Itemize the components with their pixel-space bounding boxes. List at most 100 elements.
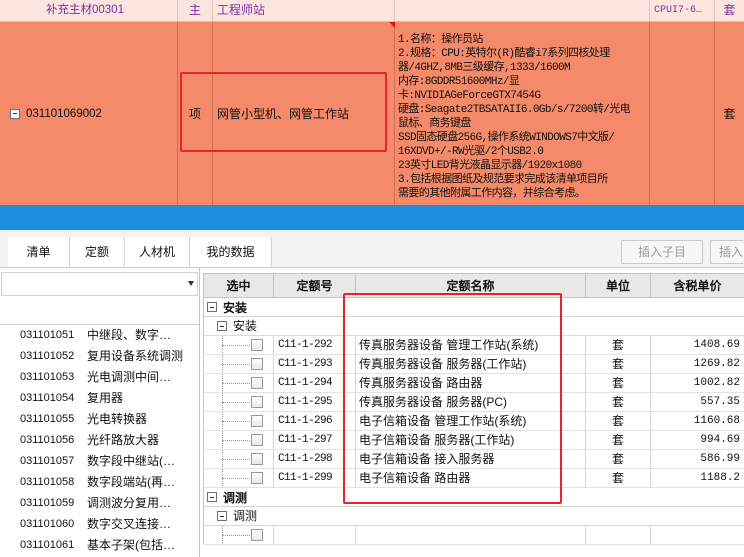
list-item-code: 031101056 [20, 434, 75, 446]
checkbox-icon[interactable] [251, 339, 263, 351]
quota-price: 1002.82 [650, 373, 744, 393]
description-line: 3.包括根据图纸及规范要求完成该清单项目所 [398, 174, 608, 186]
quota-unit: 套 [585, 468, 651, 488]
list-item-code: 031101057 [20, 455, 75, 467]
list-item[interactable]: 031101061 基本子架(包括… [0, 535, 199, 556]
insert-sub-item-button[interactable]: 插入子目 [621, 240, 703, 264]
quota-code: C11-1-294 [273, 373, 356, 393]
quota-unit: 套 [585, 449, 651, 469]
list-item-name: 复用器 [87, 391, 124, 405]
list-item-name: 光纤路放大器 [87, 433, 160, 447]
select-cell [203, 525, 274, 545]
divider-band [0, 205, 744, 230]
select-cell [203, 468, 274, 488]
item-name-cell[interactable]: 网管小型机、网管工作站 [213, 22, 395, 205]
quota-row[interactable] [203, 525, 744, 545]
collapse-icon[interactable] [10, 108, 20, 119]
chevron-down-icon[interactable] [188, 281, 194, 286]
material-type-cell[interactable]: 主 [178, 0, 213, 21]
description-line: 16XDVD+/-RW光驱/2个USB2.0 [398, 146, 544, 158]
material-spec-cell[interactable]: CPUI7-6… [650, 0, 715, 21]
quota-name: 电子信箱设备 服务器(工作站) [355, 430, 586, 450]
checkbox-icon[interactable] [251, 377, 263, 389]
item-code-cell[interactable]: 031101069002 [0, 22, 178, 205]
list-item[interactable]: 031101059 调测波分复用… [0, 493, 199, 514]
checkbox-icon[interactable] [251, 472, 263, 484]
quota-row[interactable]: C11-1-292 传真服务器设备 管理工作站(系统) 套 1408.69 [203, 335, 744, 355]
quota-row[interactable]: C11-1-293 传真服务器设备 服务器(工作站) 套 1269.82 [203, 354, 744, 374]
item-description-cell[interactable]: 1.名称：操作员站 2.规格：CPU:英特尔(R)酷睿i7系列四核处理 器/4GHZ… [395, 22, 650, 205]
checkbox-icon[interactable] [251, 529, 263, 541]
item-code: 031101069002 [26, 107, 102, 120]
list-item[interactable]: 031101056 光纤路放大器 [0, 430, 199, 451]
material-desc-cell[interactable] [395, 0, 650, 21]
tab-my-data[interactable]: 我的数据 [190, 237, 272, 267]
select-cell [203, 392, 274, 412]
list-item[interactable]: 031101057 数字段中继站(… [0, 451, 199, 472]
item-type-cell[interactable]: 项 [178, 22, 213, 205]
list-item-code: 031101060 [20, 518, 75, 530]
insert-button[interactable]: 插入 [710, 240, 744, 264]
quota-price: 1408.69 [650, 335, 744, 355]
quota-name: 电子信箱设备 管理工作站(系统) [355, 411, 586, 431]
tree-line [222, 459, 250, 460]
description-line: 内存:8GDDR51600MHz/显 [398, 76, 520, 88]
group-label: 调测 [223, 491, 248, 505]
quota-row[interactable]: C11-1-295 传真服务器设备 服务器(PC) 套 557.35 [203, 392, 744, 412]
tab-resources[interactable]: 人材机 [125, 237, 190, 267]
quota-name: 电子信箱设备 接入服务器 [355, 449, 586, 469]
collapse-icon[interactable] [217, 321, 227, 331]
quota-row[interactable]: C11-1-297 电子信箱设备 服务器(工作站) 套 994.69 [203, 430, 744, 450]
subgroup-cell: 调测 [203, 506, 744, 526]
tab-quota[interactable]: 定额 [70, 237, 125, 267]
group-row[interactable]: 安装 [203, 297, 744, 317]
list-item[interactable]: 031101058 数字段端站(再… [0, 472, 199, 493]
select-cell [203, 411, 274, 431]
checkbox-icon[interactable] [251, 415, 263, 427]
list-item-name: 数字段中继站(… [87, 454, 175, 468]
quota-unit: 套 [585, 335, 651, 355]
quota-row[interactable]: C11-1-296 电子信箱设备 管理工作站(系统) 套 1160.68 [203, 411, 744, 431]
list-item[interactable]: 031101053 光电调测中间… [0, 367, 199, 388]
list-item[interactable]: 031101051 中继段、数字… [0, 325, 199, 346]
quota-name: 传真服务器设备 管理工作站(系统) [355, 335, 586, 355]
list-item-name: 中继段、数字… [87, 328, 172, 342]
checkbox-icon[interactable] [251, 358, 263, 370]
checkbox-icon[interactable] [251, 453, 263, 465]
header-code: 定额号 [273, 273, 356, 298]
item-unit-cell[interactable]: 套 [715, 22, 744, 205]
material-code-cell[interactable]: 补充主材00301 [0, 0, 178, 21]
group-row[interactable]: 调测 [203, 487, 744, 507]
subgroup-row[interactable]: 调测 [203, 506, 744, 526]
bill-row-material[interactable]: 补充主材00301 主 工程师站 CPUI7-6… 套 [0, 0, 744, 22]
quota-code: C11-1-299 [273, 468, 356, 488]
list-item[interactable]: 031101055 光电转换器 [0, 409, 199, 430]
tree-line [222, 383, 250, 384]
quota-row[interactable]: C11-1-294 传真服务器设备 路由器套 1002.82 [203, 373, 744, 393]
bill-row-item[interactable]: 031101069002 项 网管小型机、网管工作站 1.名称：操作员站 2.规格… [0, 22, 744, 205]
header-unit: 单位 [585, 273, 651, 298]
list-item-name: 光电调测中间… [87, 370, 172, 384]
tree-line [222, 345, 250, 346]
quota-code: C11-1-296 [273, 411, 356, 431]
collapse-icon[interactable] [207, 302, 217, 312]
collapse-icon[interactable] [207, 492, 217, 502]
item-spec-cell[interactable] [650, 22, 715, 205]
list-item-name: 调测波分复用… [87, 496, 172, 510]
list-item[interactable]: 031101052 复用设备系统调测 [0, 346, 199, 367]
category-dropdown[interactable] [1, 272, 198, 296]
list-item-code: 031101061 [20, 539, 75, 551]
quota-code [273, 525, 356, 545]
checkbox-icon[interactable] [251, 434, 263, 446]
material-unit-cell[interactable]: 套 [715, 0, 744, 21]
list-item[interactable]: 031101054 复用器 [0, 388, 199, 409]
quota-row[interactable]: C11-1-298 电子信箱设备 接入服务器套 586.99 [203, 449, 744, 469]
quota-price: 994.69 [650, 430, 744, 450]
checkbox-icon[interactable] [251, 396, 263, 408]
collapse-icon[interactable] [217, 511, 227, 521]
subgroup-row[interactable]: 安装 [203, 316, 744, 336]
tab-bill[interactable]: 清单 [8, 237, 70, 267]
list-item[interactable]: 031101060 数字交叉连接… [0, 514, 199, 535]
quota-row[interactable]: C11-1-299 电子信箱设备 路由器套 1188.2 [203, 468, 744, 488]
material-name-cell[interactable]: 工程师站 [213, 0, 395, 21]
